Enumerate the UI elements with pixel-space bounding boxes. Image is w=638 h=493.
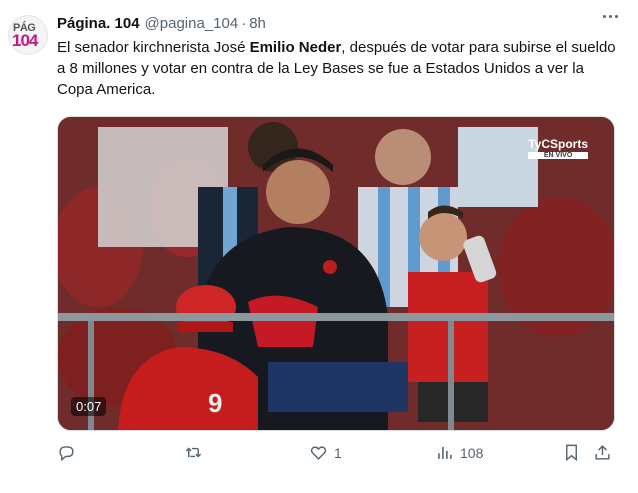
avatar-text-bottom: 104 (12, 31, 38, 50)
video-timestamp: 0:07 (71, 397, 107, 416)
separator-dot: · (241, 14, 247, 32)
tweet-header: Página. 104 @pagina_104 · 8h (57, 13, 266, 33)
views-icon (438, 446, 452, 459)
like-button[interactable]: 1 (309, 443, 342, 462)
author-handle[interactable]: @pagina_104 (145, 15, 239, 32)
author-name[interactable]: Página. 104 (57, 15, 140, 32)
broadcaster-sub: EN VIVO (528, 152, 588, 159)
tweet-time[interactable]: 8h (249, 15, 266, 32)
broadcaster-logo: TyCSports EN VIVO (528, 137, 588, 159)
video-player[interactable]: 9 TyCSports EN VIVO 0:07 (57, 116, 615, 431)
tweet-text-bold: Emilio Neder (249, 39, 342, 56)
bookmark-icon (566, 444, 577, 462)
reply-icon (59, 446, 74, 462)
avatar[interactable]: PÁG 104 (8, 15, 48, 55)
bookmark-button[interactable] (562, 443, 581, 462)
tweet-text-part1: El senador kirchnerista José (57, 39, 250, 56)
reply-button[interactable] (57, 443, 82, 462)
broadcaster-name: TyCSports (528, 137, 588, 151)
share-button[interactable] (593, 443, 612, 462)
action-bar: 1 108 (57, 443, 617, 465)
tweet-text: El senador kirchnerista José Emilio Nede… (57, 37, 617, 100)
heart-icon (310, 446, 327, 460)
retweet-button[interactable] (184, 443, 209, 462)
video-frame: 9 (58, 117, 614, 430)
retweet-icon (185, 447, 202, 458)
views-count: 108 (460, 444, 484, 461)
views-button[interactable]: 108 (435, 443, 483, 462)
more-dots-icon[interactable] (603, 15, 618, 18)
like-count: 1 (334, 444, 342, 461)
share-icon (595, 445, 610, 460)
